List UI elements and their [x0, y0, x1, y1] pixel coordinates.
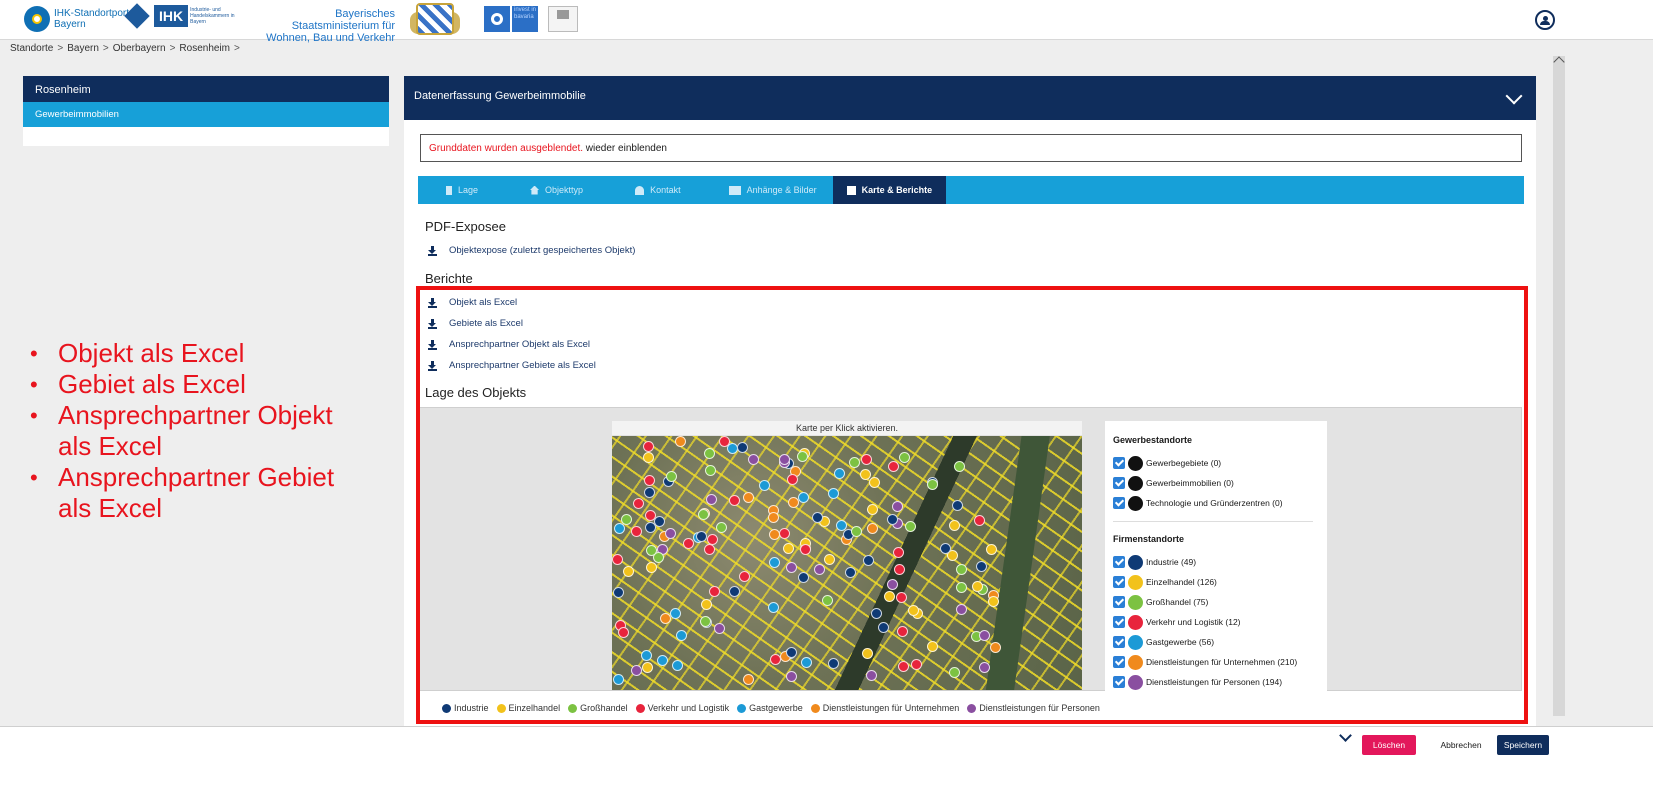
pdf-section-title: PDF-Exposee: [425, 219, 506, 234]
reports-section-title: Berichte: [425, 271, 473, 286]
breadcrumb-item[interactable]: Standorte: [10, 43, 53, 54]
breadcrumb-item[interactable]: Oberbayern: [113, 43, 166, 54]
tab-label: Anhänge & Bilder: [746, 185, 817, 195]
tab-anhaenge-bilder[interactable]: Anhänge & Bilder: [695, 176, 831, 204]
cancel-button[interactable]: Abbrechen: [1432, 735, 1490, 755]
left-panel-title: Rosenheim: [23, 76, 389, 102]
home-icon: [530, 185, 540, 195]
scrollbar[interactable]: [1553, 56, 1565, 716]
user-account-icon[interactable]: [1535, 10, 1555, 30]
annotation-bullet-list: Objekt als Excel Gebiet als Excel Anspre…: [24, 338, 364, 524]
tab-label: Lage: [458, 185, 479, 195]
pdf-expose-link[interactable]: Objektexpose (zuletzt gespeichertes Obje…: [428, 245, 635, 256]
delete-button[interactable]: Löschen: [1362, 735, 1416, 755]
hidden-data-notice: Grunddaten wurden ausgeblendet. wieder e…: [420, 134, 1522, 162]
save-button[interactable]: Speichern: [1497, 735, 1549, 755]
notice-text: Grunddaten wurden ausgeblendet.: [429, 143, 584, 154]
annotation-bullet: Gebiet als Excel: [24, 369, 364, 400]
tab-label: Karte & Berichte: [861, 185, 933, 195]
person-icon: [635, 185, 645, 195]
link-label: Objektexpose (zuletzt gespeichertes Obje…: [449, 245, 636, 256]
portal-title: IHK-Standortportal: [54, 8, 137, 19]
main-panel-header: Datenerfassung Gewerbeimmobilie: [404, 76, 1536, 120]
download-icon: [428, 245, 437, 256]
tab-label: Kontakt: [650, 185, 681, 195]
breadcrumb: Standorte > Bayern > Oberbayern > Rosenh…: [10, 43, 240, 54]
bavaria-coat-of-arms-icon: [416, 3, 454, 35]
ihk-diamond-icon: [124, 3, 150, 29]
annotation-bullet: Ansprechpartner Gebiet als Excel: [24, 462, 364, 524]
portal-subtitle: Bayern: [54, 19, 86, 30]
tab-bar: Lage Objekttyp Kontakt Anhänge & Bilder …: [418, 176, 1524, 204]
breadcrumb-separator: >: [234, 43, 240, 54]
tab-label: Objekttyp: [545, 185, 584, 195]
ihk-label: IHK: [154, 5, 189, 27]
ministry-logo[interactable]: Bayerisches Staatsministerium für Wohnen…: [255, 8, 395, 44]
pin-icon: [446, 185, 452, 195]
location-pin-icon: [24, 6, 50, 32]
ministry-line2: Wohnen, Bau und Verkehr: [266, 32, 395, 44]
breadcrumb-item[interactable]: Rosenheim: [179, 43, 230, 54]
annotation-bullet: Ansprechpartner Objekt als Excel: [24, 400, 364, 462]
chevron-down-icon[interactable]: [1505, 87, 1523, 105]
tab-karte-berichte[interactable]: Karte & Berichte: [832, 176, 947, 204]
clipboard-icon: [846, 185, 856, 195]
tab-kontakt[interactable]: Kontakt: [597, 176, 695, 204]
left-navigation-panel: Rosenheim Gewerbeimmobilien: [23, 76, 389, 146]
breadcrumb-item[interactable]: Bayern: [67, 43, 99, 54]
breadcrumb-separator: >: [102, 43, 109, 54]
action-bar: Löschen Abbrechen Speichern: [0, 726, 1653, 792]
ihk-standortportal-logo[interactable]: IHK-Standortportal Bayern: [24, 6, 137, 32]
ministry-line1: Bayerisches Staatsministerium für: [291, 8, 395, 32]
highlight-frame: [416, 286, 1528, 724]
chevron-down-icon[interactable]: [1339, 729, 1352, 742]
images-icon: [728, 185, 741, 195]
invest-in-bavaria-logo[interactable]: invest in bavaria: [512, 6, 538, 32]
breadcrumb-separator: >: [57, 43, 64, 54]
main-panel-title: Datenerfassung Gewerbeimmobilie: [414, 90, 586, 102]
tab-lage[interactable]: Lage: [418, 176, 492, 204]
breadcrumb-separator: >: [169, 43, 176, 54]
show-data-link[interactable]: wieder einblenden: [586, 143, 667, 154]
sidebar-item-gewerbeimmobilien[interactable]: Gewerbeimmobilien: [23, 102, 389, 127]
annotation-bullet: Objekt als Excel: [24, 338, 364, 369]
top-header: IHK-Standortportal Bayern IHK Industrie-…: [0, 0, 1653, 44]
partner-logo[interactable]: [548, 6, 578, 32]
ihk-logo[interactable]: IHK Industrie- und Handelskammern in Bay…: [124, 3, 238, 29]
tab-objekttyp[interactable]: Objekttyp: [492, 176, 597, 204]
ihk-subtext: Industrie- und Handelskammern in Bayern: [190, 7, 235, 25]
invest-pin-icon: [484, 6, 510, 32]
